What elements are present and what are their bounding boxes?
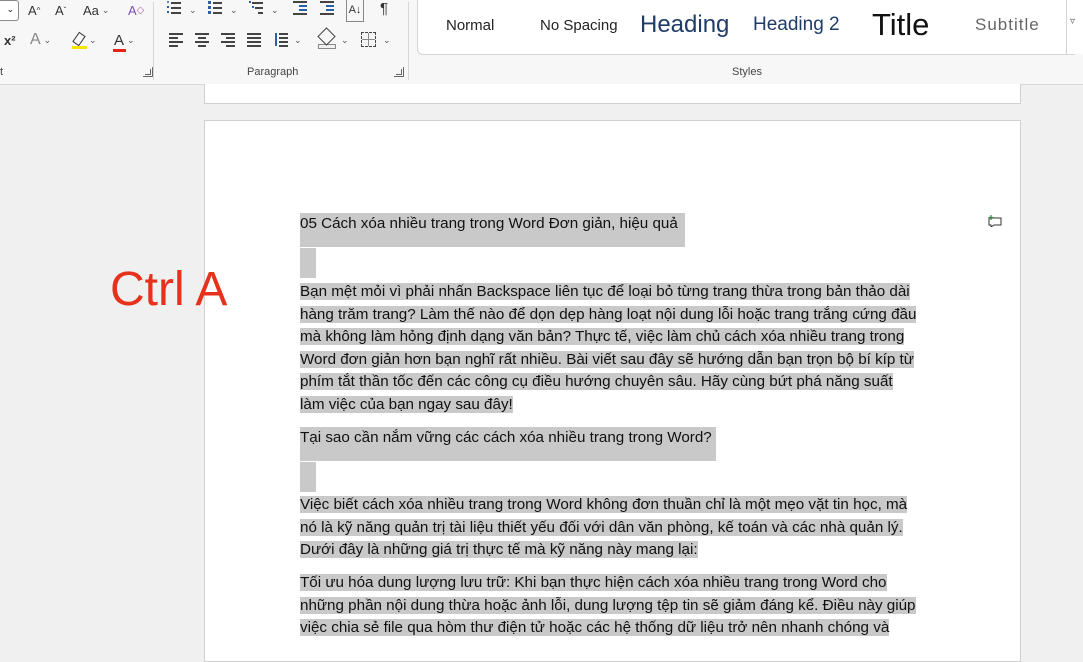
font-dialog-launcher-icon[interactable] bbox=[143, 67, 153, 77]
shrink-font-label: A bbox=[55, 2, 64, 18]
text-effects-button[interactable]: A ⌄ bbox=[30, 30, 51, 50]
ribbon: ⌄ A ^ Aˇ Aa ⌄ A ◇ x² A ⌄ ⌄ A ⌄ t ⌄ ⌄ ⌄ A↓ bbox=[0, 0, 1083, 85]
superscript-button[interactable]: x² bbox=[4, 30, 16, 50]
paragraph-line: Việc biết cách xóa nhiều trang trong Wor… bbox=[300, 496, 908, 513]
style-title[interactable]: Title bbox=[872, 0, 929, 50]
chevron-down-icon: ⌄ bbox=[43, 34, 52, 45]
styles-group-label: Styles bbox=[732, 66, 762, 78]
chevron-down-icon: ⌄ bbox=[101, 4, 110, 15]
paragraph-line: việc chia sẻ file qua hòm thư điện tử ho… bbox=[300, 619, 890, 636]
superscript-label: x² bbox=[4, 32, 16, 48]
font-color-label: A bbox=[114, 31, 125, 49]
sort-label: A↓ bbox=[348, 4, 362, 16]
sort-button[interactable]: A↓ bbox=[346, 0, 364, 22]
paragraph-line: mà không làm hỏng định dạng văn bản? Thự… bbox=[300, 328, 905, 345]
text-effects-icon: A bbox=[30, 31, 41, 48]
change-case-button[interactable]: Aa ⌄ bbox=[83, 0, 109, 20]
paragraph-line: Tối ưu hóa dung lượng lưu trữ: Khi bạn t… bbox=[300, 574, 887, 591]
chevron-down-icon[interactable]: ⌄ bbox=[227, 0, 238, 20]
chevron-down-icon: ⌄ bbox=[6, 4, 14, 14]
paragraph-dialog-launcher-icon[interactable] bbox=[394, 67, 404, 77]
shrink-font-button[interactable]: Aˇ bbox=[55, 0, 66, 20]
style-heading-2[interactable]: Heading 2 bbox=[753, 0, 840, 50]
paragraph-line: làm việc của bạn ngay sau đây! bbox=[300, 395, 513, 413]
style-subtitle[interactable]: Subtitle bbox=[975, 0, 1040, 50]
show-formatting-marks-button[interactable]: ¶ bbox=[380, 0, 388, 18]
styles-gallery-more-button[interactable]: ▿ bbox=[1066, 0, 1083, 54]
divider bbox=[408, 2, 409, 80]
chevron-down-icon[interactable]: ⌄ bbox=[268, 0, 279, 20]
storage-paragraph: Tối ưu hóa dung lượng lưu trữ: Khi bạn t… bbox=[300, 572, 916, 640]
document-title: 05 Cách xóa nhiều trang trong Word Đơn g… bbox=[300, 215, 678, 232]
clear-formatting-icon: A bbox=[128, 2, 137, 18]
style-heading[interactable]: Heading bbox=[640, 0, 729, 50]
ctrl-a-annotation: Ctrl A bbox=[110, 263, 228, 316]
chevron-down-icon[interactable]: ⌄ bbox=[291, 30, 302, 50]
paragraph-group-label: Paragraph bbox=[247, 66, 299, 78]
chevron-down-icon: ⌄ bbox=[127, 34, 135, 45]
font-group-label: t bbox=[0, 66, 4, 78]
pilcrow-icon: ¶ bbox=[380, 0, 389, 17]
change-case-label: Aa bbox=[83, 2, 99, 18]
paragraph-line: Bạn mệt mỏi vì phải nhấn Backspace liên … bbox=[300, 283, 910, 300]
clear-formatting-button[interactable]: A ◇ bbox=[128, 0, 144, 20]
chevron-down-icon: ⌄ bbox=[89, 34, 97, 45]
chevron-down-icon[interactable]: ⌄ bbox=[380, 30, 391, 50]
paragraph-line: Dưới đây là những giá trị thực tế mà kỹ … bbox=[300, 541, 698, 558]
borders-icon[interactable] bbox=[361, 32, 376, 47]
grow-font-button[interactable]: A ^ bbox=[28, 0, 40, 20]
paragraph-line: những phần nội dung thừa hoặc ảnh lỗi, d… bbox=[300, 596, 916, 614]
paragraph-line: phím tắt thần tốc đến các công cụ điều h… bbox=[300, 373, 893, 390]
intro-paragraph: Bạn mệt mỏi vì phải nhấn Backspace liên … bbox=[300, 281, 917, 416]
chevron-down-icon: ▿ bbox=[1070, 16, 1076, 27]
style-no-spacing[interactable]: No Spacing bbox=[540, 0, 618, 50]
shading-icon[interactable] bbox=[317, 27, 336, 49]
highlight-color-button[interactable]: ⌄ bbox=[72, 30, 97, 50]
paragraph-line: nó là kỹ năng quản trị tài liệu thiết yế… bbox=[300, 518, 903, 536]
section-heading: Tại sao cần nắm vững các cách xóa nhiều … bbox=[300, 429, 712, 446]
selected-empty-paragraph bbox=[300, 462, 316, 492]
previous-page bbox=[204, 84, 1021, 104]
why-paragraph: Việc biết cách xóa nhiều trang trong Wor… bbox=[300, 494, 908, 562]
chevron-down-icon[interactable]: ⌄ bbox=[338, 30, 349, 50]
grow-font-label: A bbox=[28, 2, 37, 18]
highlighter-icon bbox=[72, 31, 87, 49]
chevron-down-icon[interactable]: ⌄ bbox=[186, 0, 197, 20]
paragraph-line: Word đơn giản hơn bạn nghĩ rất nhiều. Bà… bbox=[300, 350, 914, 368]
style-normal[interactable]: Normal bbox=[446, 0, 494, 50]
font-size-dropdown[interactable]: ⌄ bbox=[0, 0, 19, 21]
font-color-button[interactable]: A ⌄ bbox=[113, 30, 135, 52]
new-comment-icon[interactable] bbox=[988, 215, 1002, 227]
styles-gallery: Normal No Spacing Heading Heading 2 Titl… bbox=[417, 0, 1079, 55]
paragraph-line: hàng trăm trang? Làm thế nào để dọn dẹp … bbox=[300, 305, 917, 323]
font-color-icon: A bbox=[113, 31, 126, 52]
selected-empty-paragraph bbox=[300, 248, 316, 278]
divider bbox=[153, 2, 154, 80]
